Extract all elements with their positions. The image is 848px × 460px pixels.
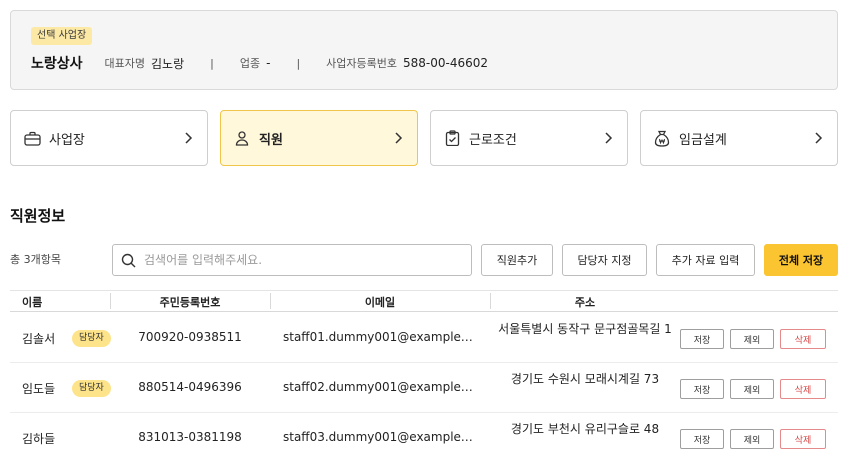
- row-delete-button[interactable]: 삭제: [780, 429, 826, 449]
- chevron-right-icon: [605, 132, 613, 144]
- table-row[interactable]: 김솔서 담당자 700920-0938511 staff01.dummy001@…: [10, 313, 838, 363]
- assign-manager-button[interactable]: 담당자 지정: [562, 244, 647, 276]
- business-number-value: 588-00-46602: [403, 56, 489, 70]
- row-save-button[interactable]: 저장: [680, 329, 724, 349]
- row-exclude-button[interactable]: 제외: [730, 329, 774, 349]
- column-header-name: 이름: [22, 296, 43, 309]
- chevron-right-icon: [185, 132, 193, 144]
- manager-badge: 담당자: [72, 380, 111, 397]
- info-separator: |: [210, 56, 214, 70]
- business-number-label: 사업자등록번호: [326, 57, 398, 70]
- search-box[interactable]: [112, 244, 472, 276]
- row-save-button[interactable]: 저장: [680, 429, 724, 449]
- employee-email: staff01.dummy001@example.…: [283, 330, 473, 344]
- nav-label: 직원: [259, 132, 283, 148]
- row-delete-button[interactable]: 삭제: [780, 329, 826, 349]
- nav-card-workplace[interactable]: 사업장: [10, 110, 208, 166]
- employee-rrn: 880514-0496396: [138, 380, 242, 394]
- industry-value: -: [266, 56, 271, 70]
- chevron-right-icon: [395, 132, 403, 144]
- search-input[interactable]: [144, 253, 444, 267]
- nav-card-wage-design[interactable]: 임금설계: [640, 110, 838, 166]
- row-delete-button[interactable]: 삭제: [780, 379, 826, 399]
- employee-rrn: 831013-0381198: [138, 430, 242, 444]
- employee-name: 임도들: [22, 382, 56, 396]
- table-row[interactable]: 김하들 831013-0381198 staff03.dummy001@exam…: [10, 413, 838, 460]
- row-exclude-button[interactable]: 제외: [730, 379, 774, 399]
- save-all-button[interactable]: 전체 저장: [764, 244, 838, 276]
- employee-address: 경기도 수원시 모래시계길 73: [510, 372, 660, 386]
- add-employee-button[interactable]: 직원추가: [481, 244, 553, 276]
- column-header-address: 주소: [574, 296, 596, 309]
- briefcase-icon: [23, 129, 41, 147]
- chevron-right-icon: [815, 132, 823, 144]
- employee-address: 서울특별시 동작구 문구점골목길 1: [498, 322, 672, 336]
- employee-name: 김솔서: [22, 332, 56, 346]
- nav-card-employee[interactable]: 직원: [220, 110, 418, 166]
- money-bag-icon: [653, 129, 671, 147]
- representative-value: 김노랑: [151, 56, 185, 71]
- table-header: 이름 주민등록번호 이메일 주소: [10, 290, 838, 312]
- extra-input-button[interactable]: 추가 자료 입력: [656, 244, 755, 276]
- nav-label: 임금설계: [679, 132, 727, 148]
- clipboard-check-icon: [443, 129, 461, 147]
- company-card: 선택 사업장 노랑상사 대표자명 김노랑 | 업종 - | 사업자등록번호 58…: [10, 10, 838, 90]
- row-exclude-button[interactable]: 제외: [730, 429, 774, 449]
- employee-rrn: 700920-0938511: [138, 330, 242, 344]
- column-header-rrn: 주민등록번호: [159, 296, 221, 309]
- representative-label: 대표자명: [104, 57, 146, 70]
- nav-label: 근로조건: [469, 132, 517, 148]
- company-name: 노랑상사: [31, 56, 83, 72]
- row-save-button[interactable]: 저장: [680, 379, 724, 399]
- employee-address: 경기도 부천시 유리구슬로 48: [510, 422, 660, 436]
- employee-email: staff03.dummy001@example.…: [283, 430, 473, 444]
- table-row[interactable]: 임도들 담당자 880514-0496396 staff02.dummy001@…: [10, 363, 838, 413]
- industry-label: 업종: [239, 57, 261, 70]
- nav-card-work-conditions[interactable]: 근로조건: [430, 110, 628, 166]
- manager-badge: 담당자: [72, 330, 111, 347]
- person-icon: [233, 129, 251, 147]
- selected-company-badge: 선택 사업장: [31, 27, 93, 45]
- column-header-email: 이메일: [364, 296, 396, 309]
- section-title: 직원정보: [10, 207, 66, 225]
- item-count: 총 3개항목: [10, 253, 61, 266]
- employee-name: 김하들: [22, 432, 56, 446]
- nav-label: 사업장: [49, 132, 85, 148]
- company-info-row: 노랑상사 대표자명 김노랑 | 업종 - | 사업자등록번호 588-00-46…: [31, 53, 488, 73]
- search-icon: [121, 253, 136, 267]
- info-separator: |: [296, 56, 301, 70]
- employee-email: staff02.dummy001@example.…: [283, 380, 473, 394]
